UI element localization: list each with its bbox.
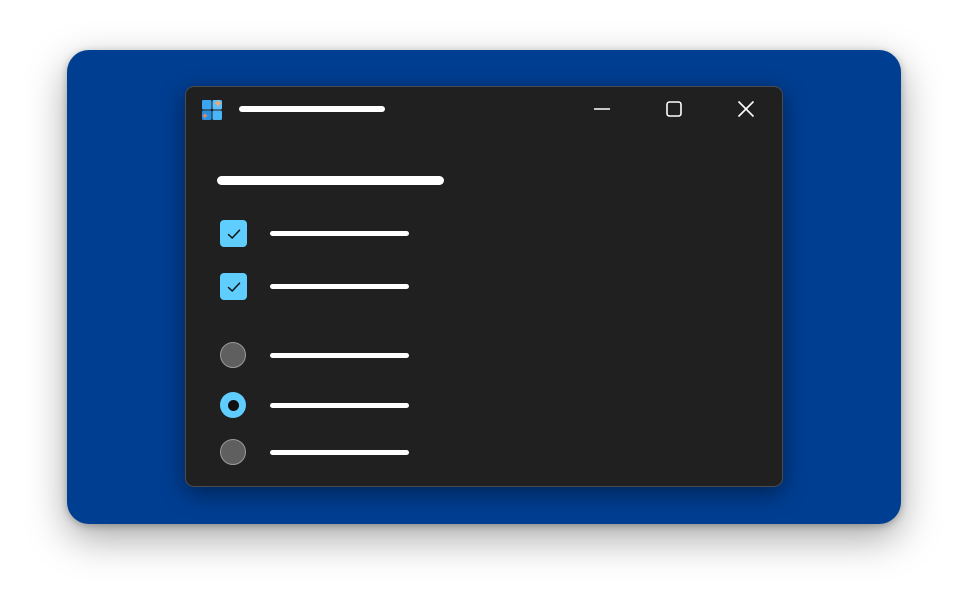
app-window <box>185 86 783 487</box>
checkmark-icon <box>227 228 240 239</box>
maximize-button[interactable] <box>638 87 710 131</box>
radio-dot-icon <box>227 399 239 411</box>
checkbox-label <box>270 231 409 236</box>
radio-label <box>270 403 409 408</box>
checkmark-icon <box>227 281 240 292</box>
title-bar[interactable] <box>186 87 782 131</box>
minimize-icon <box>594 108 610 110</box>
window-title <box>239 106 385 112</box>
radio-button-unselected[interactable] <box>220 439 246 465</box>
radio-label <box>270 450 409 455</box>
checkbox-label <box>270 284 409 289</box>
radio-label <box>270 353 409 358</box>
maximize-icon <box>666 101 682 117</box>
checkbox-checked[interactable] <box>220 220 247 247</box>
minimize-button[interactable] <box>566 87 638 131</box>
checkbox-option-1[interactable] <box>220 220 440 248</box>
close-icon <box>737 100 755 118</box>
app-icon <box>202 99 222 120</box>
radio-option-2[interactable] <box>220 392 440 420</box>
radio-option-3[interactable] <box>220 439 440 467</box>
checkbox-checked[interactable] <box>220 273 247 300</box>
radio-button-unselected[interactable] <box>220 342 246 368</box>
radio-option-1[interactable] <box>220 342 440 370</box>
close-button[interactable] <box>710 87 782 131</box>
page-heading <box>217 176 444 185</box>
radio-button-selected[interactable] <box>220 392 246 418</box>
checkbox-option-2[interactable] <box>220 273 440 301</box>
desktop-stage <box>0 0 968 608</box>
